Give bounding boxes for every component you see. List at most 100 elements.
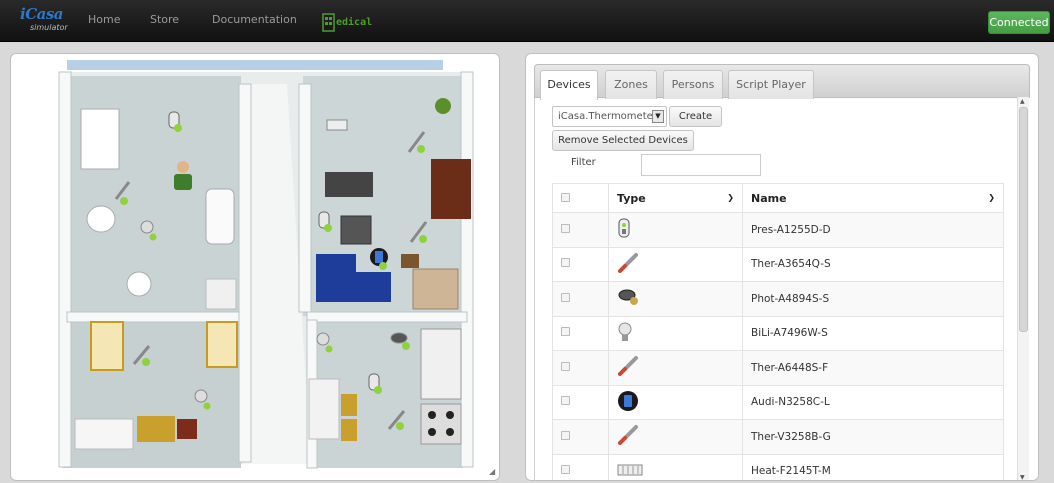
select-all-cell: [552, 183, 609, 213]
name-column-header[interactable]: Name ❯: [742, 183, 1004, 213]
binary-light-icon: [618, 322, 632, 341]
name-cell: Ther-A3654Q-S: [742, 246, 1004, 282]
row-checkbox[interactable]: [561, 327, 570, 337]
dresser: [137, 416, 175, 442]
name-cell: Ther-V3258B-G: [742, 419, 1004, 455]
house-map-panel: ◢: [10, 53, 500, 481]
name-cell: Audi-N3258C-L: [742, 384, 1004, 420]
create-device-button[interactable]: Create: [669, 106, 722, 127]
row-checkbox[interactable]: [561, 258, 570, 268]
armchair: [412, 268, 459, 310]
type-cell: [608, 350, 743, 386]
resize-handle[interactable]: ◢: [489, 467, 496, 476]
scroll-up-icon[interactable]: ▲: [1020, 98, 1025, 105]
type-cell: [608, 246, 743, 282]
table-row[interactable]: Ther-V3258B-G: [552, 419, 1004, 455]
row-checkbox[interactable]: [561, 361, 570, 371]
row-checkbox[interactable]: [561, 430, 570, 440]
remove-selected-devices-button[interactable]: Remove Selected Devices: [552, 130, 694, 151]
stove: [420, 403, 462, 445]
type-cell: [608, 281, 743, 317]
row-select-cell: [552, 281, 609, 317]
nav-documentation-link[interactable]: Documentation: [212, 13, 297, 26]
type-cell: [608, 212, 743, 248]
filter-label: Filter: [571, 157, 596, 168]
kitchen-chair-1: [341, 394, 357, 416]
name-cell: Heat-F2145T-M: [742, 453, 1004, 480]
nav-home-link[interactable]: Home: [88, 13, 120, 26]
tv: [340, 215, 372, 245]
floor-plan-top-edge: [67, 60, 443, 70]
fireplace: [325, 172, 373, 197]
cabinet: [80, 108, 120, 170]
chevron-down-icon[interactable]: ❯: [988, 193, 995, 202]
audio-speaker-icon: [618, 390, 638, 411]
table-row[interactable]: BiLi-A7496W-S: [552, 315, 1004, 351]
chevron-down-icon[interactable]: ❯: [727, 193, 734, 202]
scrollbar-thumb[interactable]: [1019, 107, 1028, 332]
thermometer-icon: [618, 252, 638, 273]
table-row[interactable]: Pres-A1255D-D: [552, 212, 1004, 248]
name-cell: Ther-A6448S-F: [742, 350, 1004, 386]
sink: [86, 205, 116, 233]
table-row[interactable]: Ther-A3654Q-S: [552, 246, 1004, 282]
device-type-value: iCasa.Thermometer: [558, 111, 657, 122]
side-table: [401, 254, 419, 268]
filter-input[interactable]: [641, 154, 761, 176]
row-checkbox[interactable]: [561, 465, 570, 475]
chair: [177, 419, 197, 439]
row-checkbox[interactable]: [561, 292, 570, 302]
type-cell: [608, 453, 743, 480]
bed-right: [206, 321, 238, 368]
devices-tab-content: iCasa.Thermometer ▼ Create Remove Select…: [534, 98, 1030, 480]
photometer-icon: [618, 289, 638, 306]
row-select-cell: [552, 419, 609, 455]
tab-persons[interactable]: Persons: [663, 70, 723, 99]
top-navbar: iCasa simulator Home Store Documentation…: [0, 0, 1054, 42]
scrollbar[interactable]: ▲ ▼: [1017, 97, 1029, 480]
type-header-label: Type: [617, 191, 646, 205]
connected-status-button[interactable]: Connected: [988, 11, 1050, 34]
presence-sensor-icon: [618, 218, 630, 238]
medical-logo[interactable]: edical: [322, 12, 372, 34]
logo-subtitle: simulator: [30, 23, 68, 32]
medical-logo-text: edical: [336, 17, 373, 28]
table-row[interactable]: Heat-F2145T-M: [552, 453, 1004, 480]
thermometer-icon: [618, 425, 638, 446]
bed-left: [90, 321, 124, 371]
tab-bar: Devices Zones Persons Script Player: [534, 64, 1030, 100]
type-cell: [608, 419, 743, 455]
bath-step: [205, 278, 237, 310]
device-type-select[interactable]: iCasa.Thermometer ▼: [552, 106, 667, 127]
row-checkbox[interactable]: [561, 396, 570, 406]
name-cell: Phot-A4894S-S: [742, 281, 1004, 317]
medical-building-icon: [322, 13, 335, 32]
tab-devices[interactable]: Devices: [540, 70, 598, 100]
select-all-checkbox[interactable]: [561, 192, 570, 202]
heater-device[interactable]: [326, 119, 348, 131]
device-panel: Devices Zones Persons Script Player iCas…: [525, 53, 1039, 481]
name-cell: BiLi-A7496W-S: [742, 315, 1004, 351]
table-row[interactable]: Phot-A4894S-S: [552, 281, 1004, 317]
row-checkbox[interactable]: [561, 223, 570, 233]
type-cell: [608, 384, 743, 420]
plant: [435, 98, 451, 114]
type-cell: [608, 315, 743, 351]
chevron-down-icon[interactable]: ▼: [652, 110, 664, 123]
house-floor-plan[interactable]: ◢: [11, 54, 501, 482]
row-select-cell: [552, 246, 609, 282]
bathtub: [205, 188, 235, 245]
scroll-down-icon[interactable]: ▼: [1020, 474, 1025, 480]
logo-text: iCasa: [20, 5, 64, 23]
toilet: [126, 271, 152, 297]
name-cell: Pres-A1255D-D: [742, 212, 1004, 248]
icasa-logo[interactable]: iCasa simulator: [14, 5, 68, 35]
row-select-cell: [552, 453, 609, 480]
tab-script-player[interactable]: Script Player: [728, 70, 814, 99]
type-column-header[interactable]: Type ❯: [608, 183, 743, 213]
table-row[interactable]: Audi-N3258C-L: [552, 384, 1004, 420]
tab-zones[interactable]: Zones: [605, 70, 657, 99]
nav-store-link[interactable]: Store: [150, 13, 179, 26]
table-row[interactable]: Ther-A6448S-F: [552, 350, 1004, 386]
device-table: Type ❯ Name ❯ Pres-A1255D-D Ther-A3654Q-S: [552, 183, 1004, 480]
